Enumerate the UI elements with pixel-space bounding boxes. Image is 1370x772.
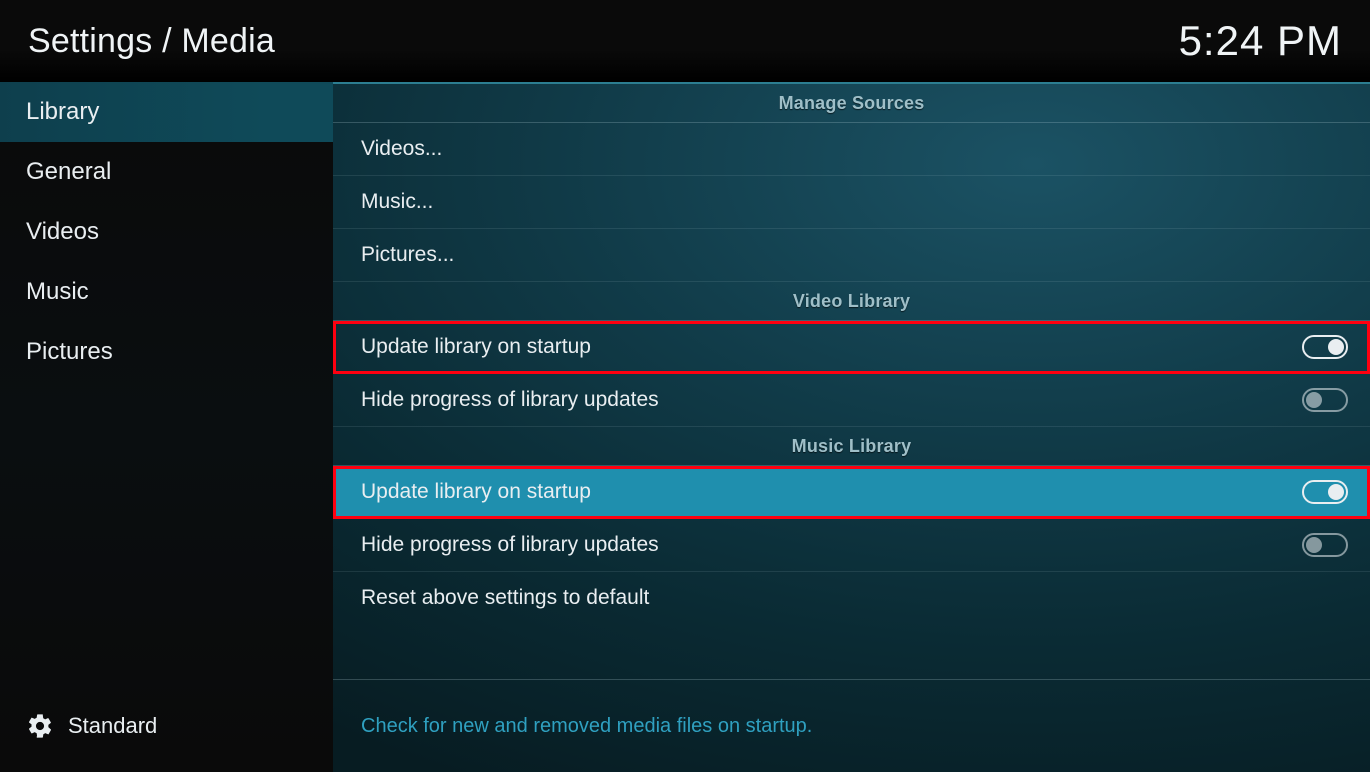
breadcrumb: Settings / Media bbox=[28, 22, 275, 61]
sidebar-item-videos[interactable]: Videos bbox=[0, 202, 333, 262]
sidebar: Library General Videos Music Pictures St… bbox=[0, 82, 333, 772]
header-bar: Settings / Media 5:24 PM bbox=[0, 0, 1370, 82]
section-header-video-library: Video Library bbox=[333, 282, 1370, 321]
help-text: Check for new and removed media files on… bbox=[361, 715, 812, 738]
settings-level-label: Standard bbox=[68, 713, 157, 739]
video-hide-progress[interactable]: Hide progress of library updates bbox=[333, 374, 1370, 427]
row-label: Music... bbox=[361, 190, 1348, 214]
row-label: Videos... bbox=[361, 137, 1348, 161]
toggle-video-hide-progress[interactable] bbox=[1302, 388, 1348, 412]
row-label: Hide progress of library updates bbox=[361, 388, 1302, 412]
sidebar-nav: Library General Videos Music Pictures bbox=[0, 82, 333, 680]
music-hide-progress[interactable]: Hide progress of library updates bbox=[333, 519, 1370, 572]
row-label: Pictures... bbox=[361, 243, 1348, 267]
section-header-music-library: Music Library bbox=[333, 427, 1370, 466]
content-panel: Manage Sources Videos... Music... Pictur… bbox=[333, 82, 1370, 772]
reset-settings[interactable]: Reset above settings to default bbox=[333, 572, 1370, 624]
sidebar-item-label: Pictures bbox=[26, 338, 113, 366]
section-header-manage-sources: Manage Sources bbox=[333, 84, 1370, 123]
sidebar-item-pictures[interactable]: Pictures bbox=[0, 322, 333, 382]
sidebar-item-label: General bbox=[26, 158, 111, 186]
content-footer: Check for new and removed media files on… bbox=[333, 679, 1370, 772]
sidebar-item-library[interactable]: Library bbox=[0, 82, 333, 142]
gear-icon bbox=[26, 712, 54, 740]
sidebar-item-general[interactable]: General bbox=[0, 142, 333, 202]
toggle-music-update-on-startup[interactable] bbox=[1302, 480, 1348, 504]
row-label: Update library on startup bbox=[361, 335, 1302, 359]
manage-sources-pictures[interactable]: Pictures... bbox=[333, 229, 1370, 282]
toggle-music-hide-progress[interactable] bbox=[1302, 533, 1348, 557]
manage-sources-music[interactable]: Music... bbox=[333, 176, 1370, 229]
video-update-on-startup[interactable]: Update library on startup bbox=[333, 321, 1370, 374]
sidebar-item-label: Videos bbox=[26, 218, 99, 246]
toggle-video-update-on-startup[interactable] bbox=[1302, 335, 1348, 359]
clock: 5:24 PM bbox=[1179, 17, 1342, 65]
row-label: Update library on startup bbox=[361, 480, 1302, 504]
sidebar-item-label: Library bbox=[26, 98, 99, 126]
sidebar-item-music[interactable]: Music bbox=[0, 262, 333, 322]
sidebar-item-label: Music bbox=[26, 278, 89, 306]
settings-level[interactable]: Standard bbox=[0, 680, 333, 772]
music-update-on-startup[interactable]: Update library on startup bbox=[333, 466, 1370, 519]
row-label: Hide progress of library updates bbox=[361, 533, 1302, 557]
manage-sources-videos[interactable]: Videos... bbox=[333, 123, 1370, 176]
row-label: Reset above settings to default bbox=[361, 586, 1348, 610]
